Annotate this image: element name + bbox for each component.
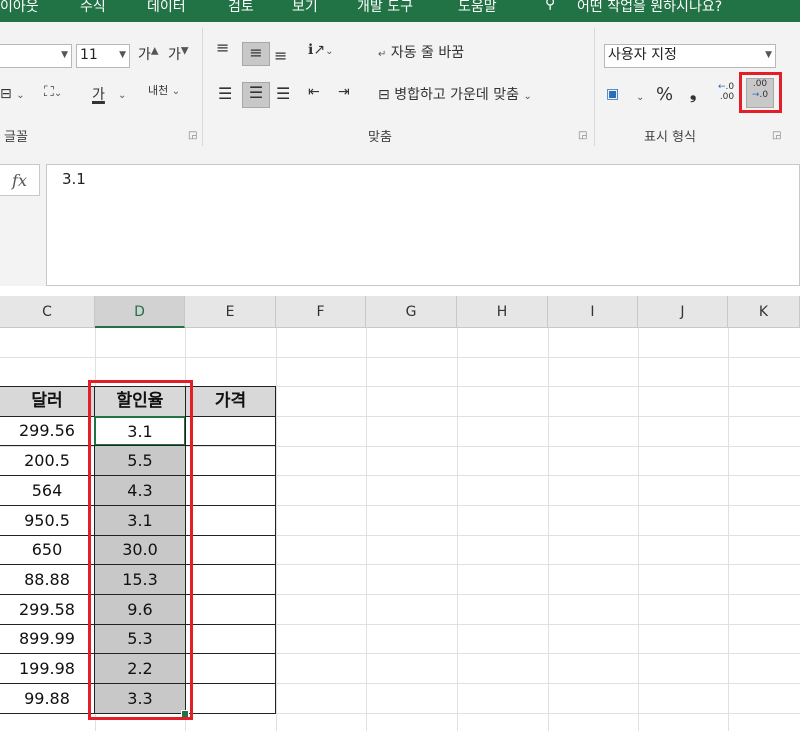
gridline [366, 328, 367, 731]
merge-icon: ⊟ [378, 87, 390, 103]
column-header-k[interactable]: K [728, 296, 800, 328]
grow-font-icon[interactable]: 가▲ [138, 44, 159, 64]
orientation-icon[interactable]: ℹ↗⌄ [308, 42, 333, 58]
column-header-c[interactable]: C [0, 296, 95, 328]
merge-center-button[interactable]: ⊟ 병합하고 가운데 맞춤 ⌄ [378, 84, 532, 104]
column-header-e[interactable]: E [185, 296, 276, 328]
chevron-down-icon[interactable]: ⌄ [636, 92, 644, 103]
comma-style-button[interactable]: ❟ [690, 84, 696, 104]
chevron-down-icon: ▼ [765, 50, 772, 60]
insert-function-icon[interactable]: fx [0, 164, 40, 196]
price-cell[interactable] [185, 535, 276, 565]
fill-color-icon[interactable]: ⛶⌄ [44, 84, 62, 100]
dollar-cell[interactable]: 88.88 [0, 564, 95, 595]
header-cell-price[interactable]: 가격 [185, 386, 276, 417]
number-format-combo[interactable]: 사용자 지정 ▼ [604, 44, 776, 68]
gridline [276, 328, 277, 731]
number-dialog-launcher-icon[interactable]: ◲ [772, 130, 781, 141]
increase-decimal-button[interactable]: ←.0.00 [718, 82, 734, 102]
price-cell[interactable] [185, 445, 276, 476]
align-right-icon[interactable]: ☰ [276, 84, 290, 103]
font-group-label: 글꼴 [4, 130, 28, 145]
menu-review[interactable]: 검토 [228, 0, 254, 16]
lightbulb-icon: ⚲ [545, 0, 556, 12]
column-header-f[interactable]: F [276, 296, 366, 328]
alignment-dialog-launcher-icon[interactable]: ◲ [578, 130, 587, 141]
ribbon: ▼ 11 ▼ 가▲ 가▼ ⊟ ⌄ ⛶⌄ 가 ⌄ 내천 ⌄ 글꼴 ◲ ≡ ≡ ≡ ℹ… [0, 22, 800, 151]
font-name-combo[interactable]: ▼ [0, 44, 72, 68]
align-left-icon[interactable]: ☰ [218, 84, 232, 103]
accounting-format-icon[interactable]: ▣ [606, 86, 619, 102]
decrease-decimal-highlight [739, 72, 782, 113]
tell-me-box[interactable]: 어떤 작업을 원하시나요? [577, 0, 722, 16]
number-group-label: 표시 형식 [644, 130, 696, 145]
column-header-h[interactable]: H [457, 296, 548, 328]
column-header-i[interactable]: I [548, 296, 638, 328]
phonetic-guide-icon[interactable]: 내천 ⌄ [148, 82, 180, 98]
column-header-d[interactable]: D [95, 296, 185, 328]
group-separator [202, 28, 203, 146]
price-cell[interactable] [185, 505, 276, 536]
font-color-icon[interactable]: 가 [92, 84, 105, 104]
gridline [548, 328, 549, 731]
price-cell[interactable] [185, 475, 276, 506]
gridline [0, 357, 800, 358]
borders-icon[interactable]: ⊟ ⌄ [0, 86, 25, 102]
menu-help[interactable]: 도움말 [458, 0, 497, 16]
dollar-cell[interactable]: 950.5 [0, 505, 95, 536]
dollar-cell[interactable]: 99.88 [0, 683, 95, 714]
align-middle-icon[interactable]: ≡ [242, 42, 270, 66]
menu-developer[interactable]: 개발 도구 [357, 0, 413, 16]
menu-bar: 이아웃 수식 데이터 검토 보기 개발 도구 도움말 ⚲ 어떤 작업을 원하시나… [0, 0, 800, 22]
price-cell[interactable] [185, 653, 276, 684]
percent-style-button[interactable]: % [656, 84, 673, 105]
chevron-down-icon: ▼ [61, 50, 68, 60]
chevron-down-icon: ▼ [119, 50, 126, 60]
discount-column-highlight [88, 380, 193, 720]
decrease-indent-icon[interactable]: ⇤ [308, 84, 320, 100]
font-size-combo[interactable]: 11 ▼ [76, 44, 130, 68]
gridline [728, 328, 729, 731]
dollar-cell[interactable]: 299.56 [0, 416, 95, 446]
header-cell-dollar[interactable]: 달러 [0, 386, 95, 417]
price-cell[interactable] [185, 624, 276, 654]
formula-input[interactable] [46, 164, 800, 286]
menu-view[interactable]: 보기 [292, 0, 318, 16]
shrink-font-icon[interactable]: 가▼ [168, 44, 189, 64]
price-cell[interactable] [185, 564, 276, 595]
formula-value: 3.1 [62, 170, 86, 188]
dollar-cell[interactable]: 564 [0, 475, 95, 506]
price-cell[interactable] [185, 416, 276, 446]
align-bottom-icon[interactable]: ≡ [274, 46, 287, 65]
column-header-j[interactable]: J [638, 296, 728, 328]
align-center-icon[interactable]: ☰ [242, 82, 270, 108]
dollar-cell[interactable]: 200.5 [0, 445, 95, 476]
worksheet-grid[interactable]: C D E F G H I J K 달러 할인율 가격 299.56 3.1 2… [0, 296, 800, 731]
dollar-cell[interactable]: 299.58 [0, 594, 95, 625]
column-header-g[interactable]: G [366, 296, 457, 328]
dollar-cell[interactable]: 899.99 [0, 624, 95, 654]
wrap-text-icon: ↵ [378, 49, 387, 60]
group-separator [594, 28, 595, 146]
alignment-group-label: 맞춤 [368, 130, 392, 145]
font-size-value: 11 [80, 47, 98, 63]
menu-formulas[interactable]: 수식 [80, 0, 106, 16]
chevron-down-icon[interactable]: ⌄ [118, 90, 126, 101]
price-cell[interactable] [185, 683, 276, 714]
number-format-value: 사용자 지정 [608, 47, 677, 63]
wrap-text-button[interactable]: ↵ 자동 줄 바꿈 [378, 42, 464, 62]
font-dialog-launcher-icon[interactable]: ◲ [188, 130, 197, 141]
increase-indent-icon[interactable]: ⇥ [338, 84, 350, 100]
dollar-cell[interactable]: 199.98 [0, 653, 95, 684]
dollar-cell[interactable]: 650 [0, 535, 95, 565]
menu-page-layout[interactable]: 이아웃 [0, 0, 39, 16]
menu-data[interactable]: 데이터 [147, 0, 186, 16]
align-top-icon[interactable]: ≡ [216, 38, 229, 57]
price-cell[interactable] [185, 594, 276, 625]
gridline [457, 328, 458, 731]
gridline [638, 328, 639, 731]
